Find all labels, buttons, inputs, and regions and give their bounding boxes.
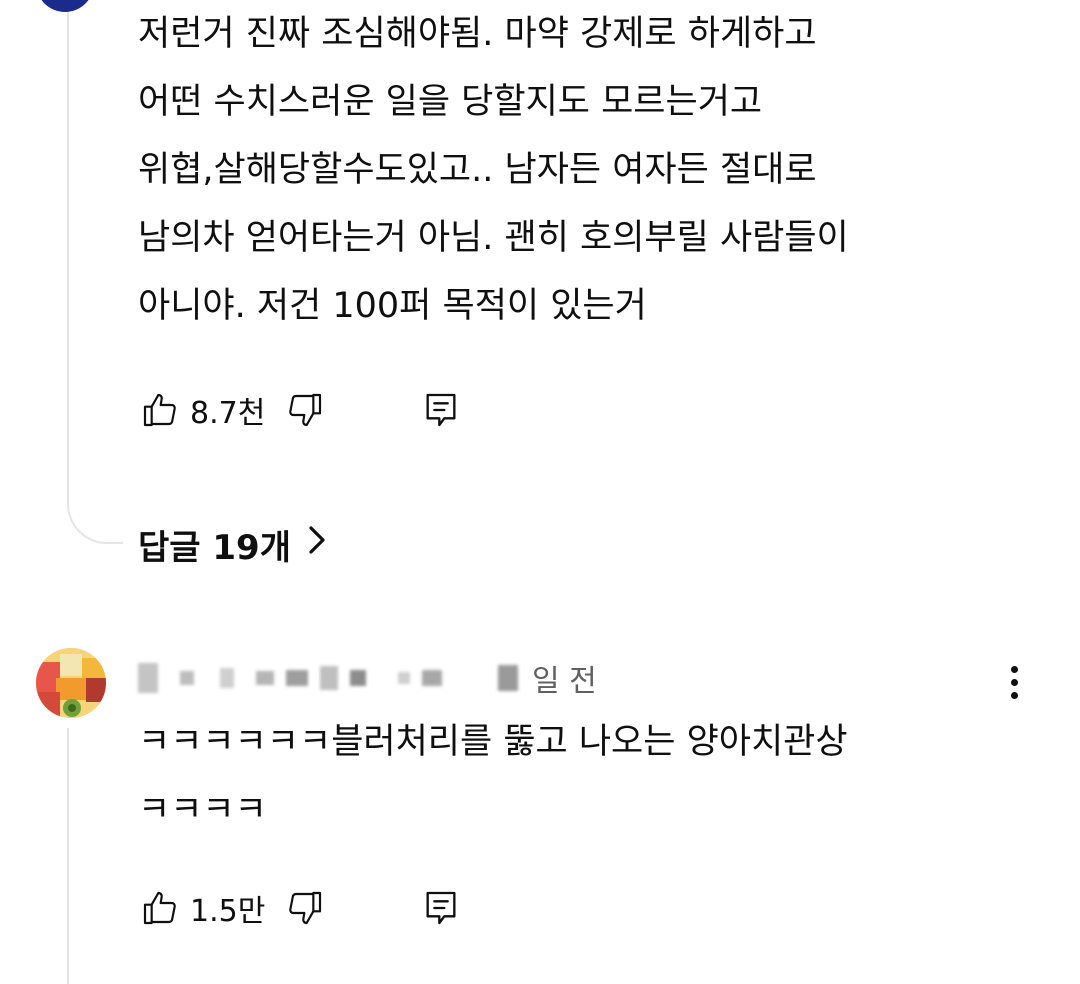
comment-text: 저런거 진짜 조심해야됨. 마약 강제로 하게하고 어떤 수치스러운 일을 당할… [138, 0, 849, 340]
reply-icon[interactable] [419, 886, 463, 930]
comment-actions: 1.5만 [138, 884, 463, 932]
comment-author-row: 일 전 [138, 648, 597, 708]
comment-timestamp: 일 전 [532, 664, 597, 699]
replies-label: 답글 19개 [138, 528, 291, 568]
comment-text: ㅋㅋㅋㅋㅋㅋ블러처리를 뚫고 나오는 양아치관상 ㅋㅋㅋㅋ [138, 708, 848, 844]
comment-line: 위협,살해당할수도있고.. 남자든 여자든 절대로 [138, 150, 817, 190]
reply-icon[interactable] [419, 388, 463, 432]
chevron-right-icon [305, 524, 329, 565]
comment-line: ㅋㅋㅋㅋㅋㅋ블러처리를 뚫고 나오는 양아치관상 [138, 722, 848, 762]
like-count: 1.5만 [190, 894, 266, 929]
thumbs-down-icon[interactable] [283, 886, 327, 930]
thumbs-up-icon[interactable] [138, 886, 182, 930]
thread-connector [67, 470, 123, 544]
avatar[interactable] [36, 0, 94, 12]
comment-line: ㅋㅋㅋㅋ [138, 790, 267, 830]
thumbs-up-icon[interactable] [138, 388, 182, 432]
thread-line [67, 728, 69, 984]
comment-actions: 8.7천 [138, 386, 463, 434]
author-name-blurred[interactable] [138, 663, 530, 693]
thumbs-down-icon[interactable] [283, 388, 327, 432]
comment-line: 저런거 진짜 조심해야됨. 마약 강제로 하게하고 [138, 14, 817, 54]
thread-line [67, 0, 69, 490]
comment-line: 남의차 얻어타는거 아님. 괜히 호의부릴 사람들이 [138, 218, 849, 258]
avatar[interactable] [36, 648, 106, 718]
view-replies-button[interactable]: 답글 19개 [138, 520, 329, 569]
comment-line: 아니야. 저건 100퍼 목적이 있는거 [138, 286, 647, 326]
more-vert-icon[interactable] [996, 658, 1032, 706]
like-count: 8.7천 [190, 396, 266, 431]
comment-line: 어떤 수치스러운 일을 당할지도 모르는거고 [138, 82, 763, 122]
